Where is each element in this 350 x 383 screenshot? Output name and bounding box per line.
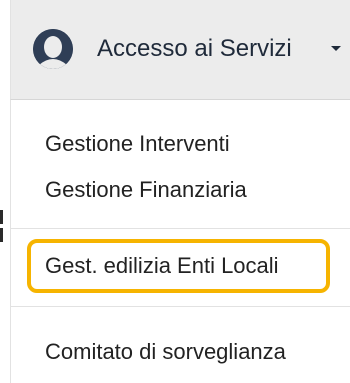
- page: Accesso ai Servizi Gestione Interventi G…: [0, 0, 350, 383]
- caret-down-icon: [331, 46, 341, 51]
- menu-divider: [11, 306, 350, 307]
- menu-item-gestione-finanziaria[interactable]: Gestione Finanziaria: [45, 176, 247, 204]
- menu-item-gestione-interventi[interactable]: Gestione Interventi: [45, 130, 230, 158]
- menu-divider: [11, 228, 350, 229]
- menu-item-gest-edilizia-enti-locali[interactable]: Gest. edilizia Enti Locali: [45, 252, 279, 280]
- services-dropdown-label: Accesso ai Servizi: [97, 35, 292, 62]
- left-edge-mark: [0, 228, 3, 242]
- services-dropdown-menu: Gestione Interventi Gestione Finanziaria…: [10, 100, 350, 383]
- left-edge-mark: [0, 210, 3, 224]
- user-avatar-icon: [33, 29, 73, 69]
- services-dropdown-toggle[interactable]: Accesso ai Servizi: [10, 0, 350, 100]
- left-page-edge: [0, 0, 10, 383]
- menu-item-comitato-di-sorveglianza[interactable]: Comitato di sorveglianza: [45, 338, 286, 366]
